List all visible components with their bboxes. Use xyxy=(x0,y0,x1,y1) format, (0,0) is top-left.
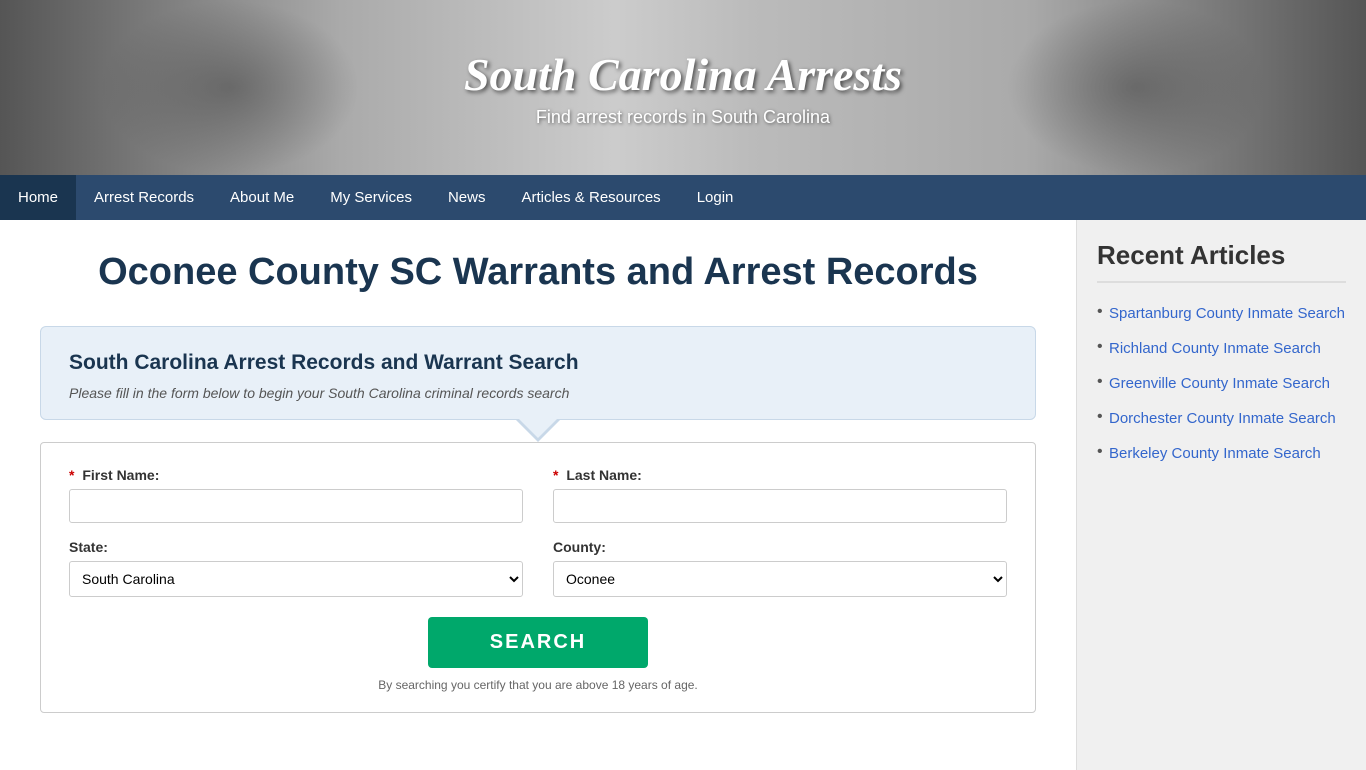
search-header-box: South Carolina Arrest Records and Warran… xyxy=(40,326,1036,420)
nav-item-home[interactable]: Home xyxy=(0,175,76,220)
list-item: Richland County Inmate Search xyxy=(1097,338,1346,359)
header-hands-left-image xyxy=(100,0,360,175)
county-group: County: Oconee Abbeville Aiken Allendale… xyxy=(553,539,1007,597)
first-name-required-star: * xyxy=(69,467,74,483)
sidebar-link-dorchester[interactable]: Dorchester County Inmate Search xyxy=(1109,410,1336,427)
name-row: * First Name: * Last Name: xyxy=(69,467,1007,523)
first-name-input[interactable] xyxy=(69,489,523,523)
search-button[interactable]: SEARCH xyxy=(428,617,648,668)
sidebar-title: Recent Articles xyxy=(1097,240,1346,283)
first-name-group: * First Name: xyxy=(69,467,523,523)
state-select[interactable]: South Carolina Alabama Alaska Arizona Ar… xyxy=(69,561,523,597)
list-item: Berkeley County Inmate Search xyxy=(1097,443,1346,464)
location-row: State: South Carolina Alabama Alaska Ari… xyxy=(69,539,1007,597)
county-label: County: xyxy=(553,539,1007,555)
search-box-title: South Carolina Arrest Records and Warran… xyxy=(69,351,1007,375)
sidebar-link-greenville[interactable]: Greenville County Inmate Search xyxy=(1109,375,1330,392)
site-title: South Carolina Arrests xyxy=(464,48,902,101)
first-name-label: * First Name: xyxy=(69,467,523,483)
sidebar-link-richland[interactable]: Richland County Inmate Search xyxy=(1109,340,1321,357)
state-label: State: xyxy=(69,539,523,555)
list-item: Greenville County Inmate Search xyxy=(1097,373,1346,394)
search-triangle xyxy=(516,420,560,442)
site-subtitle: Find arrest records in South Carolina xyxy=(536,107,830,128)
main-content: Oconee County SC Warrants and Arrest Rec… xyxy=(0,220,1076,770)
page-title: Oconee County SC Warrants and Arrest Rec… xyxy=(40,250,1036,296)
nav-item-articles[interactable]: Articles & Resources xyxy=(503,175,678,220)
county-select[interactable]: Oconee Abbeville Aiken Allendale Anderso… xyxy=(553,561,1007,597)
site-header: South Carolina Arrests Find arrest recor… xyxy=(0,0,1366,175)
certify-text: By searching you certify that you are ab… xyxy=(69,678,1007,692)
page-wrapper: Oconee County SC Warrants and Arrest Rec… xyxy=(0,220,1366,770)
sidebar-link-berkeley[interactable]: Berkeley County Inmate Search xyxy=(1109,445,1321,462)
sidebar: Recent Articles Spartanburg County Inmat… xyxy=(1076,220,1366,770)
nav-item-login[interactable]: Login xyxy=(679,175,752,220)
search-box-subtitle: Please fill in the form below to begin y… xyxy=(69,385,1007,401)
nav-item-my-services[interactable]: My Services xyxy=(312,175,430,220)
last-name-group: * Last Name: xyxy=(553,467,1007,523)
search-form-container: * First Name: * Last Name: State: xyxy=(40,442,1036,713)
last-name-input[interactable] xyxy=(553,489,1007,523)
last-name-label: * Last Name: xyxy=(553,467,1007,483)
sidebar-article-list: Spartanburg County Inmate Search Richlan… xyxy=(1097,303,1346,464)
list-item: Dorchester County Inmate Search xyxy=(1097,408,1346,429)
nav-item-arrest-records[interactable]: Arrest Records xyxy=(76,175,212,220)
sidebar-link-spartanburg[interactable]: Spartanburg County Inmate Search xyxy=(1109,305,1345,322)
header-hands-right-image xyxy=(1006,0,1266,175)
nav-item-about-me[interactable]: About Me xyxy=(212,175,312,220)
list-item: Spartanburg County Inmate Search xyxy=(1097,303,1346,324)
main-nav: Home Arrest Records About Me My Services… xyxy=(0,175,1366,220)
last-name-required-star: * xyxy=(553,467,558,483)
nav-item-news[interactable]: News xyxy=(430,175,504,220)
state-group: State: South Carolina Alabama Alaska Ari… xyxy=(69,539,523,597)
